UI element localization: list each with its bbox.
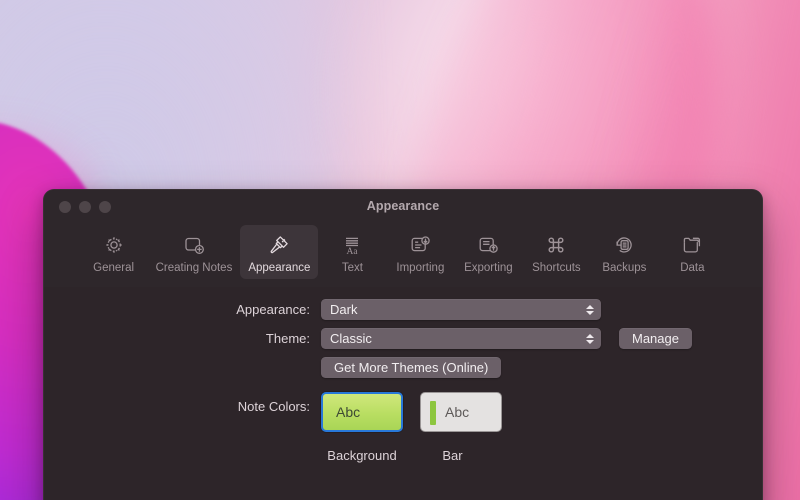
toolbar-item-label: Creating Notes <box>155 262 233 274</box>
paintbrush-icon <box>267 231 291 259</box>
swatch-sample-text: Abc <box>336 404 361 420</box>
toolbar-item-label: Exporting <box>464 262 513 274</box>
note-color-bar-swatch[interactable]: Abc <box>420 392 502 432</box>
folder-stack-icon <box>680 231 704 259</box>
window-titlebar: Appearance <box>44 190 762 223</box>
toolbar-item-shortcuts[interactable]: Shortcuts <box>522 225 590 279</box>
preferences-toolbar: General Creating Notes Appearance Aa Tex… <box>44 223 762 287</box>
note-color-bar-caption: Bar <box>442 448 463 463</box>
toolbar-item-label: Importing <box>396 262 445 274</box>
toolbar-item-general[interactable]: General <box>80 225 148 279</box>
toolbar-item-label: Appearance <box>248 262 311 274</box>
swatch-sample-text: Abc <box>445 404 470 420</box>
note-color-background-swatch[interactable]: Abc <box>321 392 403 432</box>
desktop-wallpaper: Appearance General Creating Notes Appear… <box>0 0 800 500</box>
toolbar-item-data[interactable]: Data <box>658 225 726 279</box>
preferences-window: Appearance General Creating Notes Appear… <box>43 189 763 500</box>
note-color-bar-group: Abc Bar <box>403 392 502 463</box>
theme-select-value: Classic <box>330 331 372 346</box>
toolbar-item-importing[interactable]: Importing <box>386 225 454 279</box>
text-aa-icon: Aa <box>340 231 364 259</box>
note-colors-row: Note Colors: Abc Background Abc Bar <box>44 392 762 463</box>
appearance-label: Appearance: <box>236 302 310 317</box>
theme-row: Theme: Classic Manage <box>44 328 762 349</box>
toolbar-item-backups[interactable]: Backups <box>590 225 658 279</box>
toolbar-item-text[interactable]: Aa Text <box>318 225 386 279</box>
note-plus-icon <box>182 231 206 259</box>
theme-select[interactable]: Classic <box>321 328 601 349</box>
toolbar-item-label: Data <box>680 262 705 274</box>
window-title: Appearance <box>366 199 440 213</box>
bar-color-strip <box>430 401 436 425</box>
toolbar-item-label: Shortcuts <box>532 262 581 274</box>
backup-restore-icon <box>612 231 636 259</box>
document-export-icon <box>476 231 500 259</box>
manage-themes-button[interactable]: Manage <box>619 328 692 349</box>
toolbar-item-exporting[interactable]: Exporting <box>454 225 522 279</box>
chevron-updown-icon <box>586 333 594 344</box>
document-import-icon <box>408 231 432 259</box>
note-color-background-group: Abc Background <box>321 392 403 463</box>
get-more-themes-row: Get More Themes (Online) <box>321 357 762 378</box>
toolbar-item-label: General <box>93 262 135 274</box>
command-key-icon <box>544 231 568 259</box>
note-colors-label: Note Colors: <box>237 399 310 414</box>
theme-label: Theme: <box>265 331 310 346</box>
get-more-themes-button[interactable]: Get More Themes (Online) <box>321 357 502 378</box>
gear-icon <box>102 231 126 259</box>
toolbar-item-label: Text <box>341 262 363 274</box>
toolbar-item-label: Backups <box>602 262 647 274</box>
appearance-select-value: Dark <box>330 302 358 317</box>
svg-text:Aa: Aa <box>347 247 359 257</box>
appearance-select[interactable]: Dark <box>321 299 601 320</box>
toolbar-item-creating-notes[interactable]: Creating Notes <box>148 225 241 279</box>
preferences-content: Appearance: Dark Theme: Classic Manage G… <box>44 287 762 500</box>
note-color-background-caption: Background <box>327 448 397 463</box>
chevron-updown-icon <box>586 304 594 315</box>
appearance-row: Appearance: Dark <box>44 299 762 320</box>
toolbar-item-appearance[interactable]: Appearance <box>240 225 319 279</box>
